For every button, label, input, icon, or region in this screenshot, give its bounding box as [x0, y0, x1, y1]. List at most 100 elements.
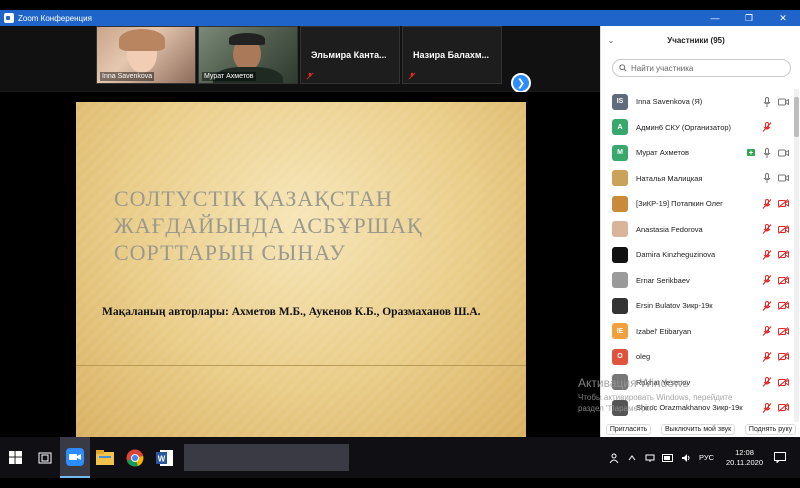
mic-muted-icon[interactable]	[761, 274, 773, 286]
mic-muted-icon[interactable]	[761, 325, 773, 337]
scrollbar-thumb[interactable]	[794, 97, 799, 137]
mic-muted-icon[interactable]	[761, 402, 773, 414]
video-tile-name: Эльмира Канта...	[311, 50, 387, 60]
minimize-button[interactable]: —	[698, 10, 732, 26]
clock-time: 12:08	[735, 447, 754, 457]
maximize-button[interactable]: ❐	[732, 10, 766, 26]
svg-text:W: W	[158, 454, 166, 463]
invite-button[interactable]: Пригласить	[605, 424, 652, 435]
slide-authors: Мақаланың авторлары: Ахметов М.Б., Аукен…	[102, 306, 481, 318]
volume-icon[interactable]	[680, 452, 692, 464]
next-videos-button[interactable]: ❯	[511, 73, 531, 93]
participant-hair	[229, 33, 265, 45]
participant-name: Мурат Ахметов	[636, 148, 690, 158]
mic-muted-icon[interactable]	[761, 198, 773, 210]
participant-avatar	[612, 170, 628, 187]
window-title-bar: Zoom Конференция — ❐ ✕	[0, 10, 800, 26]
participant-avatar: A	[612, 119, 628, 136]
mic-muted-icon	[408, 72, 416, 80]
video-tile-inna[interactable]: Inna Savenkova	[96, 26, 196, 84]
participant-row[interactable]: Наталья Малицкая	[601, 166, 793, 192]
video-off-icon[interactable]	[777, 376, 789, 388]
mic-muted-icon[interactable]	[761, 223, 773, 235]
mic-icon[interactable]	[761, 172, 773, 184]
participant-name: Ersin Bulatov Зикр-19к	[636, 301, 713, 311]
video-icon[interactable]	[777, 96, 789, 108]
chevron-up-icon[interactable]	[626, 452, 638, 464]
participant-hair	[119, 29, 165, 51]
windows-start-icon[interactable]	[0, 437, 30, 478]
participant-name: Anastasia Fedorova	[636, 224, 703, 234]
participant-row[interactable]: Anastasia Fedorova	[601, 217, 793, 243]
mic-muted-icon[interactable]	[761, 249, 773, 261]
video-tile-elmira[interactable]: Эльмира Канта...	[300, 26, 400, 84]
participant-search[interactable]	[612, 59, 791, 77]
chrome-icon[interactable]	[120, 437, 150, 478]
mic-muted-icon[interactable]	[761, 300, 773, 312]
raise-hand-button[interactable]: Поднять руку	[744, 424, 797, 435]
shared-screen-area: Солтүстік Қазақстан жағдайында асбұршақ …	[0, 92, 600, 438]
participant-row[interactable]: Ernar Serikbaev	[601, 268, 793, 294]
close-button[interactable]: ✕	[766, 10, 800, 26]
video-icon[interactable]	[777, 147, 789, 159]
person-icon[interactable]	[608, 452, 620, 464]
video-tile-name: Inna Savenkova	[100, 72, 155, 81]
participant-list-scrollbar[interactable]	[794, 89, 799, 422]
video-tile-nazira[interactable]: Назира Балахм...	[402, 26, 502, 84]
participant-avatar	[612, 195, 628, 212]
presentation-slide: Солтүстік Қазақстан жағдайында асбұршақ …	[76, 102, 526, 438]
video-off-icon[interactable]	[777, 223, 789, 235]
keyboard-language[interactable]: РУС	[699, 453, 714, 462]
mute-me-button[interactable]: Выключить мой звук	[660, 424, 736, 435]
chevron-down-icon[interactable]: ⌄	[601, 36, 621, 45]
participant-avatar: IE	[612, 323, 628, 340]
mic-muted-icon[interactable]	[761, 376, 773, 388]
taskbar-search-box[interactable]	[184, 444, 349, 471]
battery-icon[interactable]	[661, 452, 674, 464]
participant-avatar: IS	[612, 93, 628, 110]
participant-row[interactable]: Damira Kinzheguzinova	[601, 242, 793, 268]
video-tile-murat[interactable]: Мурат Ахметов	[198, 26, 298, 84]
zoom-app-icon[interactable]	[60, 437, 90, 478]
participant-name: oleg	[636, 352, 651, 362]
participant-name: [ЗиКР-19] Потапкин Олег	[636, 199, 723, 209]
file-explorer-icon[interactable]	[90, 437, 120, 478]
participant-row[interactable]: М Мурат Ахметов	[601, 140, 793, 166]
screen: Zoom Конференция — ❐ ✕ Inna Savenkova Му…	[0, 10, 800, 478]
participant-row[interactable]: [ЗиКР-19] Потапкин Олег	[601, 191, 793, 217]
participant-list: IS Inna Savenkova (Я) A Админ6 СКУ (Организ…	[601, 89, 793, 422]
search-input[interactable]	[631, 63, 781, 73]
participant-name: Izabel' Etibaryan	[636, 326, 692, 336]
video-off-icon[interactable]	[777, 351, 789, 363]
video-off-icon[interactable]	[777, 325, 789, 337]
video-icon[interactable]	[777, 172, 789, 184]
participant-row[interactable]: Ersin Bulatov Зикр-19к	[601, 293, 793, 319]
search-icon	[619, 64, 627, 72]
participant-row[interactable]: Ooleg	[601, 344, 793, 370]
video-off-icon[interactable]	[777, 198, 789, 210]
network-icon[interactable]	[644, 452, 656, 464]
participant-row[interactable]: IS Inna Savenkova (Я)	[601, 89, 793, 115]
task-view-icon[interactable]	[30, 437, 60, 478]
participant-row[interactable]: A Админ6 СКУ (Организатор)	[601, 115, 793, 141]
participants-header: ⌄ Участники (95)	[601, 26, 800, 54]
mic-muted-icon[interactable]	[761, 351, 773, 363]
mic-muted-icon	[306, 72, 314, 80]
video-strip: Inna Savenkova Мурат Ахметов Эльмира Кан…	[0, 26, 600, 93]
slide-divider	[76, 365, 526, 366]
activation-watermark-title: Активация Windows	[578, 376, 689, 390]
word-icon[interactable]: W	[150, 437, 180, 478]
clock[interactable]: 12:08 20.11.2020	[726, 448, 763, 468]
participant-avatar: М	[612, 144, 628, 161]
participant-avatar	[612, 246, 628, 263]
notifications-icon[interactable]	[774, 452, 786, 464]
video-off-icon[interactable]	[777, 274, 789, 286]
video-off-icon[interactable]	[777, 300, 789, 312]
video-off-icon[interactable]	[777, 249, 789, 261]
participant-row[interactable]: IE Izabel' Etibaryan	[601, 319, 793, 345]
mic-icon[interactable]	[761, 96, 773, 108]
mic-icon[interactable]	[761, 147, 773, 159]
video-off-icon[interactable]	[777, 402, 789, 414]
participant-name: Inna Savenkova (Я)	[636, 97, 703, 107]
mic-muted-icon[interactable]	[761, 121, 773, 133]
